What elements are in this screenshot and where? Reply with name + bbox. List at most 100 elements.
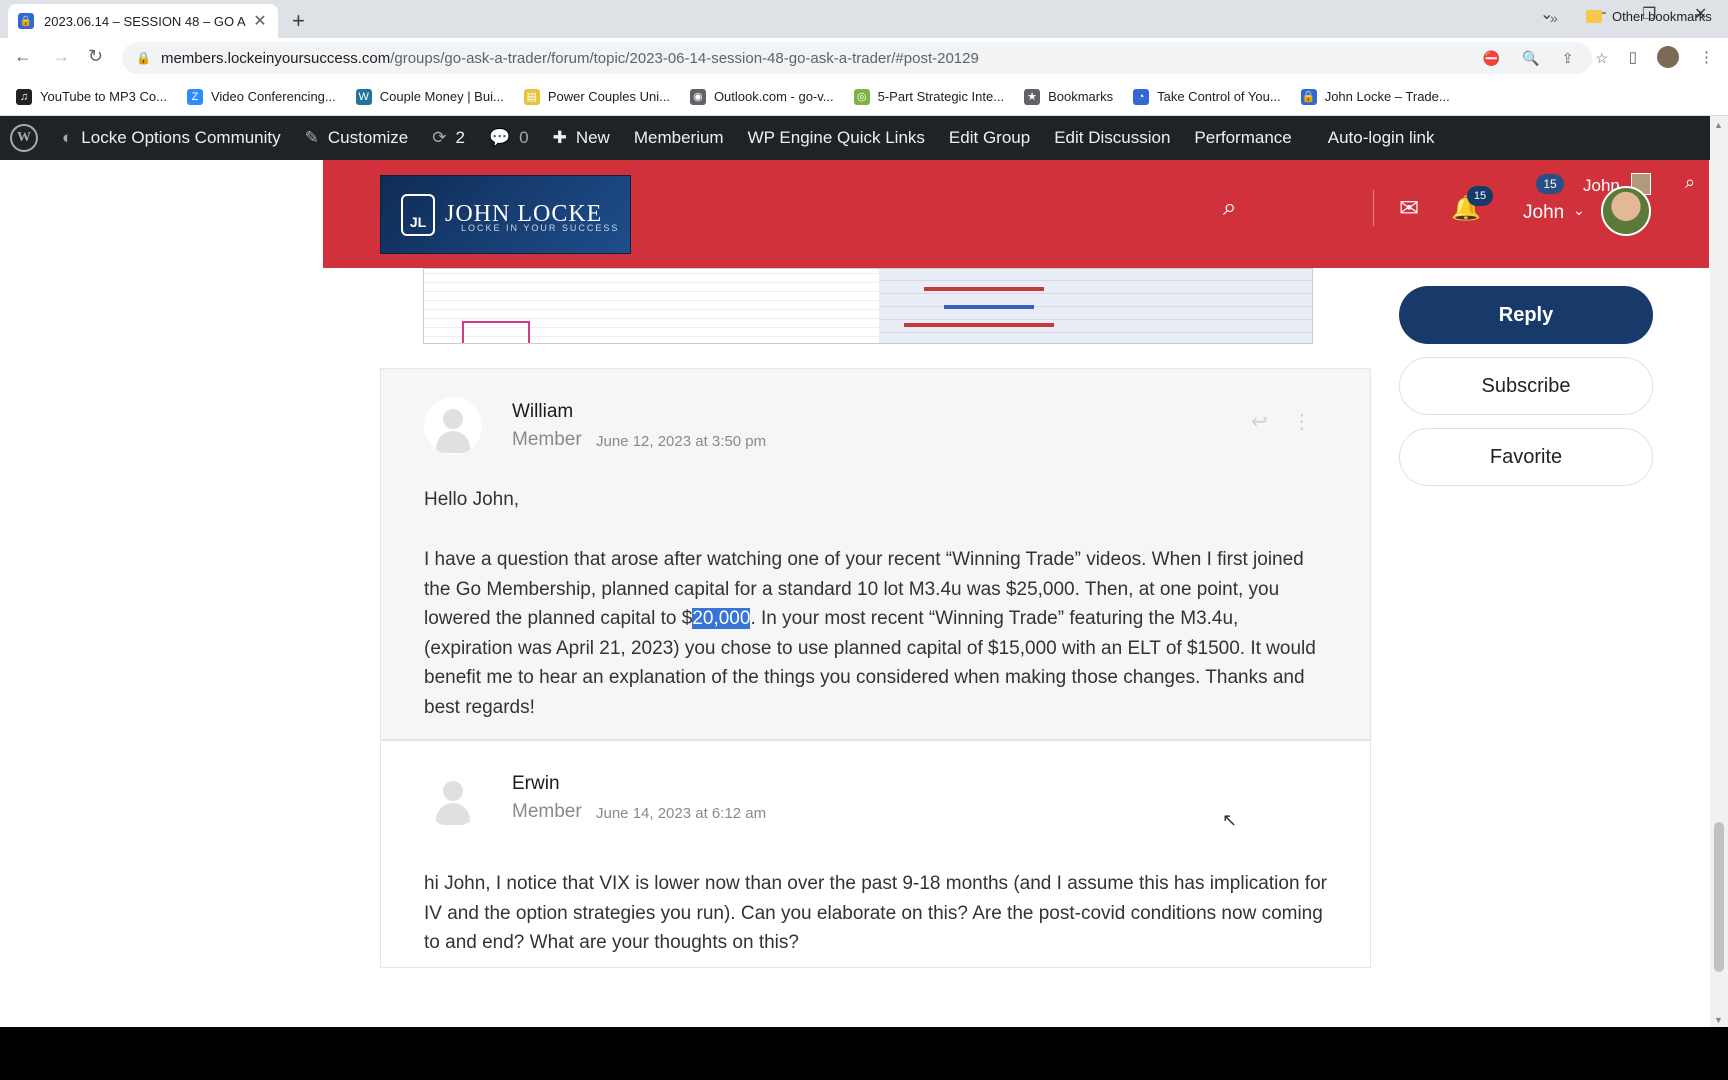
profile-avatar[interactable]: [1657, 46, 1679, 68]
admin-updates-link[interactable]: ⟳ 2: [432, 128, 465, 148]
bookmark-item[interactable]: Z Video Conferencing...: [186, 88, 336, 105]
browser-tab[interactable]: 🔒 2023.06.14 – SESSION 48 – GO A ✕: [8, 4, 278, 38]
bookmark-item[interactable]: W Couple Money | Bui...: [355, 88, 504, 105]
other-bookmarks-label: Other bookmarks: [1612, 9, 1712, 24]
updates-icon: ⟳: [432, 128, 447, 147]
address-row: ← → ↻ 🔒 members.lockeinyoursuccess.com/g…: [0, 38, 1728, 78]
author-avatar[interactable]: [424, 769, 482, 827]
user-avatar[interactable]: [1601, 186, 1651, 236]
wp-admin-bar: W ◐ Locke Options Community ✎ Customize ⟳ 2…: [0, 116, 1728, 160]
menu-kebab-icon[interactable]: ⋮: [1699, 48, 1714, 66]
search-icon-small[interactable]: ⌕: [1685, 172, 1695, 193]
admin-customize-label: Customize: [327, 128, 409, 147]
subscribe-button[interactable]: Subscribe: [1399, 357, 1653, 415]
admin-edit-discussion-link[interactable]: Edit Discussion: [1054, 128, 1170, 148]
admin-comments-count: 0: [519, 128, 529, 147]
chevron-down-icon[interactable]: ⌄: [1573, 202, 1585, 219]
page-scrollbar[interactable]: ▲ ▼: [1710, 116, 1728, 1027]
admin-wpengine-label: WP Engine Quick Links: [747, 128, 925, 147]
logo-tagline: LOCKE IN YOUR SUCCESS: [461, 223, 620, 233]
scroll-down-icon[interactable]: ▼: [1714, 1015, 1723, 1025]
swirl-icon: ◔: [1133, 88, 1150, 105]
author-name[interactable]: Erwin: [512, 773, 560, 795]
dashboard-icon: ◐: [62, 128, 73, 147]
target-icon: ◎: [853, 88, 870, 105]
admin-site-link[interactable]: ◐ Locke Options Community: [62, 128, 281, 148]
reply-arrow-icon[interactable]: ↩: [1251, 409, 1268, 434]
back-icon[interactable]: ←: [14, 46, 32, 67]
admin-performance-label: Performance: [1194, 128, 1292, 147]
bookmark-label: Outlook.com - go-v...: [713, 89, 834, 104]
wordpress-logo-icon[interactable]: W: [10, 124, 38, 152]
notification-badge: 15: [1467, 186, 1493, 206]
bookmark-item[interactable]: ◔ Take Control of You...: [1133, 88, 1281, 105]
other-bookmarks[interactable]: Other bookmarks: [1586, 9, 1712, 24]
admin-memberium-link[interactable]: Memberium: [634, 128, 724, 148]
admin-memberium-label: Memberium: [633, 128, 724, 147]
wordpress-icon: W: [355, 88, 372, 105]
more-options-icon[interactable]: ⋮: [1292, 409, 1312, 434]
user-name[interactable]: John: [1523, 202, 1564, 224]
blocked-popup-icon[interactable]: ⛔: [1483, 50, 1500, 67]
author-role: Member: [512, 801, 582, 822]
admin-edit-group-link[interactable]: Edit Group: [949, 128, 1030, 148]
bookmark-label: John Locke – Trade...: [1324, 89, 1450, 104]
tab-close-icon[interactable]: ✕: [252, 11, 268, 31]
side-panel-icon[interactable]: ▯: [1629, 48, 1637, 66]
site-logo[interactable]: JL JOHN LOCKE LOCKE IN YOUR SUCCESS: [380, 175, 631, 254]
bookmark-label: Take Control of You...: [1157, 89, 1281, 104]
site-header: JL JOHN LOCKE LOCKE IN YOUR SUCCESS ⌕ ✉ …: [323, 160, 1709, 268]
bookmark-item[interactable]: 🔒 John Locke – Trade...: [1300, 88, 1450, 105]
new-tab-icon[interactable]: +: [292, 8, 305, 34]
admin-comments-link[interactable]: 💬 0: [489, 128, 529, 148]
author-name[interactable]: William: [512, 401, 573, 423]
post-date: June 14, 2023 at 6:12 am: [596, 805, 767, 822]
zoom-icon[interactable]: 🔍: [1522, 50, 1539, 67]
post-greeting: Hello John,: [424, 489, 520, 510]
bookmark-star-icon[interactable]: ☆: [1595, 50, 1608, 67]
admin-performance-link[interactable]: Performance: [1194, 128, 1291, 148]
admin-wpengine-link[interactable]: WP Engine Quick Links: [748, 128, 925, 148]
admin-autologin-link[interactable]: Auto-login link: [1328, 128, 1435, 148]
forward-icon[interactable]: →: [52, 46, 70, 67]
scrollbar-thumb[interactable]: [1714, 822, 1724, 972]
post-body: I have a question that arose after watch…: [424, 545, 1329, 722]
address-bar[interactable]: 🔒 members.lockeinyoursuccess.com/groups/…: [122, 42, 1592, 74]
more-bookmarks-icon[interactable]: »: [1550, 10, 1558, 26]
lock-logo-icon: JL: [401, 193, 435, 236]
site-favicon-icon: 🔒: [18, 13, 34, 29]
inbox-icon[interactable]: ✉: [1399, 194, 1419, 223]
bookmark-item[interactable]: ♫ YouTube to MP3 Co...: [16, 88, 167, 105]
favorite-button[interactable]: Favorite: [1399, 428, 1653, 486]
bookmark-label: 5-Part Strategic Inte...: [877, 89, 1005, 104]
reply-button[interactable]: Reply: [1399, 286, 1653, 344]
share-icon[interactable]: ⇪: [1562, 50, 1574, 67]
tab-title: 2023.06.14 – SESSION 48 – GO A: [44, 13, 246, 29]
user-badge: 15: [1536, 174, 1564, 194]
reload-icon[interactable]: ↻: [88, 46, 103, 67]
author-avatar[interactable]: [424, 397, 482, 455]
admin-new-link[interactable]: ✚ New: [553, 128, 610, 148]
bookmark-item[interactable]: ★ Bookmarks: [1024, 88, 1114, 105]
logo-initials: JL: [409, 213, 427, 230]
bookmark-label: Bookmarks: [1048, 89, 1114, 104]
browser-window: 🔒 2023.06.14 – SESSION 48 – GO A ✕ + ⌄ —…: [0, 0, 1728, 1027]
scroll-up-icon[interactable]: ▲: [1714, 120, 1723, 130]
url-path: /groups/go-ask-a-trader/forum/topic/2023…: [390, 49, 979, 67]
bookmark-label: Power Couples Uni...: [547, 89, 670, 104]
zoom-icon: Z: [186, 88, 203, 105]
admin-customize-link[interactable]: ✎ Customize: [305, 128, 409, 148]
bookmark-item[interactable]: ▤ Power Couples Uni...: [523, 88, 670, 105]
post-body: hi John, I notice that VIX is lower now …: [424, 873, 1327, 953]
bookmark-item[interactable]: ◉ Outlook.com - go-v...: [689, 88, 834, 105]
bookmark-label: Video Conferencing...: [210, 89, 336, 104]
reply-post: Erwin Member June 14, 2023 at 6:12 am hi…: [380, 740, 1371, 968]
admin-edit-discussion-label: Edit Discussion: [1054, 128, 1171, 147]
bookmark-item[interactable]: ◎ 5-Part Strategic Inte...: [853, 88, 1005, 105]
admin-autologin-label: Auto-login link: [1327, 128, 1435, 147]
search-icon[interactable]: ⌕: [1223, 194, 1236, 222]
tab-strip: 🔒 2023.06.14 – SESSION 48 – GO A ✕ + ⌄ —…: [0, 0, 1728, 38]
bookmark-label: YouTube to MP3 Co...: [40, 89, 167, 104]
page-icon: ▤: [523, 88, 540, 105]
folder-icon: [1586, 10, 1602, 23]
